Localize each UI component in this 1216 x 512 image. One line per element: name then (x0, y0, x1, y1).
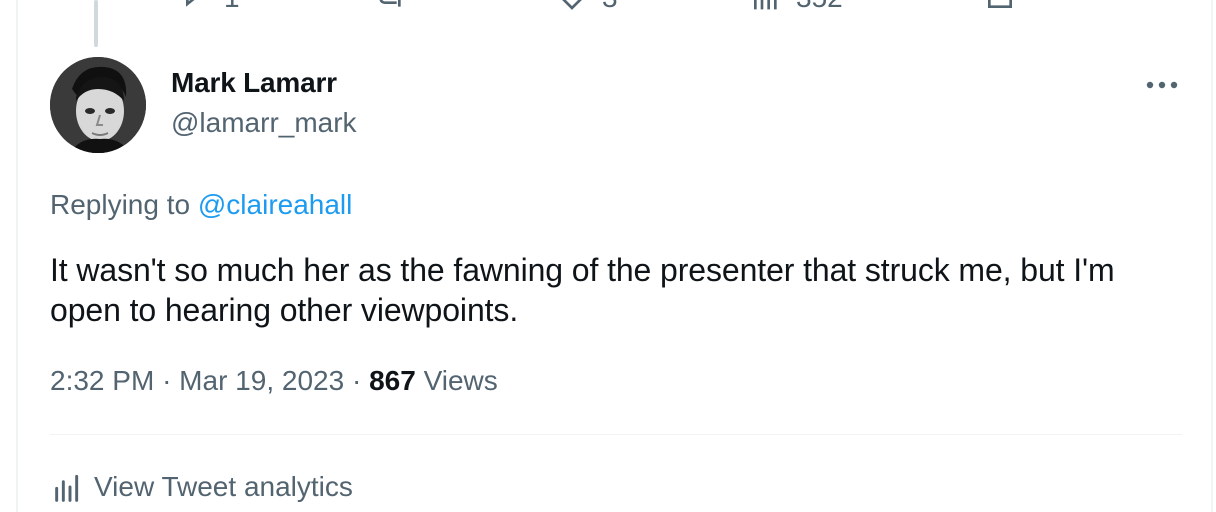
author-handle[interactable]: @lamarr_mark (171, 106, 357, 140)
previous-like-count: 3 (602, 0, 618, 12)
tweet-date[interactable]: Mar 19, 2023 (179, 365, 344, 396)
tweet-meta: 2:32 PM · Mar 19, 2023 · 867 Views (50, 364, 498, 398)
previous-bookmark-button[interactable] (984, 0, 1016, 12)
tweet-time[interactable]: 2:32 PM (50, 365, 154, 396)
replying-to-prefix: Replying to (50, 189, 191, 220)
previous-view-count: 352 (796, 0, 843, 12)
view-tweet-analytics-button[interactable]: View Tweet analytics (50, 470, 353, 504)
card-border-right (1211, 0, 1213, 512)
previous-views-button[interactable]: 352 (750, 0, 843, 12)
meta-separator-2: · (351, 365, 362, 396)
replying-to: Replying to @claireahall (50, 188, 352, 222)
tweet-text: It wasn't so much her as the fawning of … (50, 252, 1115, 328)
meta-separator-1: · (162, 365, 172, 396)
more-options-button[interactable] (1140, 68, 1184, 102)
avatar[interactable] (50, 57, 146, 153)
analytics-icon (55, 474, 79, 502)
bar-chart-icon (754, 0, 777, 10)
author-name[interactable]: Mark Lamarr (171, 66, 337, 100)
reply-mention-link[interactable]: @claireahall (198, 189, 353, 220)
bookmark-icon (988, 0, 1012, 8)
previous-reply-count: 1 (224, 0, 240, 12)
analytics-label: View Tweet analytics (94, 471, 353, 502)
divider (50, 434, 1182, 435)
previous-retweet-button[interactable] (374, 0, 406, 12)
avatar-portrait (50, 57, 146, 153)
previous-reply-button[interactable]: 1 (178, 0, 240, 12)
card-border-left (16, 0, 18, 512)
heart-icon (562, 0, 582, 10)
views-count: 867 (369, 365, 416, 396)
reply-icon (186, 0, 197, 7)
views-label: Views (423, 365, 498, 396)
more-icon (1146, 81, 1178, 89)
retweet-icon (379, 0, 401, 7)
previous-tweet-actions: 1 3 352 (0, 0, 1216, 12)
previous-like-button[interactable]: 3 (556, 0, 618, 12)
